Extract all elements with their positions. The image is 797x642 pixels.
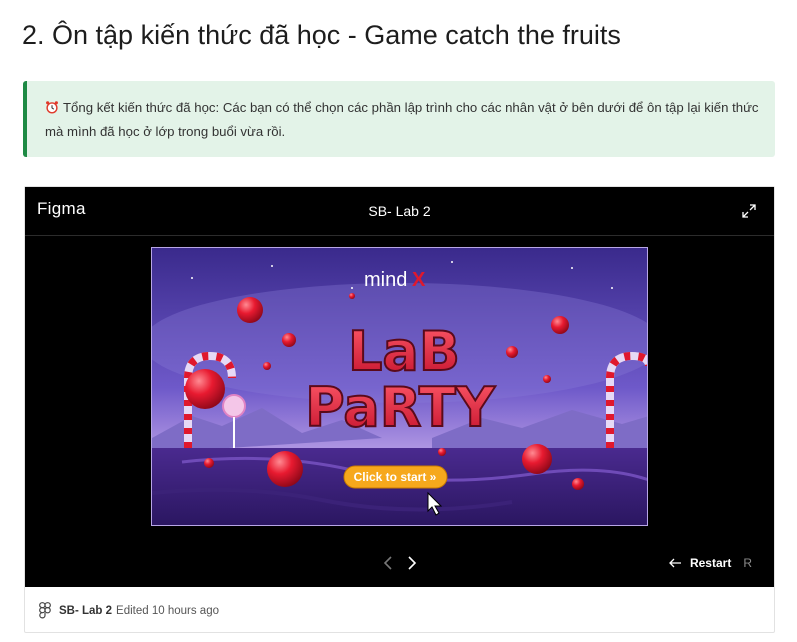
toolbar-divider: [25, 235, 774, 236]
game-frame[interactable]: mind X LaB PaRTY Click to start »: [151, 247, 648, 526]
logo-text: mind: [364, 269, 407, 291]
next-frame-icon[interactable]: [402, 554, 420, 572]
prototype-viewer: Figma SB- Lab 2 mind X LaB PaRTY Click t…: [25, 187, 774, 587]
figma-logo-icon[interactable]: [39, 602, 51, 619]
summary-callout: Tổng kết kiến thức đã học: Các bạn có th…: [23, 81, 775, 157]
previous-frame-icon[interactable]: [380, 554, 398, 572]
footer-edited-time: Edited 10 hours ago: [116, 604, 219, 617]
logo-accent: X: [412, 269, 426, 291]
mindx-logo: mind X: [364, 269, 426, 291]
title-line-1: LaB: [348, 320, 460, 383]
title-line-2: PaRTY: [305, 376, 496, 439]
embed-footer: SB- Lab 2 Edited 10 hours ago: [39, 602, 219, 619]
restart-button[interactable]: Restart R: [668, 554, 752, 572]
expand-icon[interactable]: [740, 202, 758, 220]
restart-label: Restart: [689, 556, 732, 570]
file-title: SB- Lab 2: [368, 203, 431, 219]
section-heading: 2. Ôn tập kiến thức đã học - Game catch …: [22, 20, 621, 50]
start-button-label: Click to start »: [354, 470, 437, 484]
alarm-clock-icon: [46, 101, 58, 114]
figma-embed: Figma SB- Lab 2 mind X LaB PaRTY Click t…: [24, 186, 775, 633]
lab-party-scene: mind X LaB PaRTY Click to start »: [152, 248, 647, 525]
restart-shortcut: R: [743, 556, 752, 570]
start-button[interactable]: Click to start »: [343, 465, 448, 489]
callout-text: Tổng kết kiến thức đã học: Các bạn có th…: [45, 100, 759, 139]
footer-file-name[interactable]: SB- Lab 2: [59, 605, 112, 617]
restart-arrow-icon: [669, 558, 681, 568]
